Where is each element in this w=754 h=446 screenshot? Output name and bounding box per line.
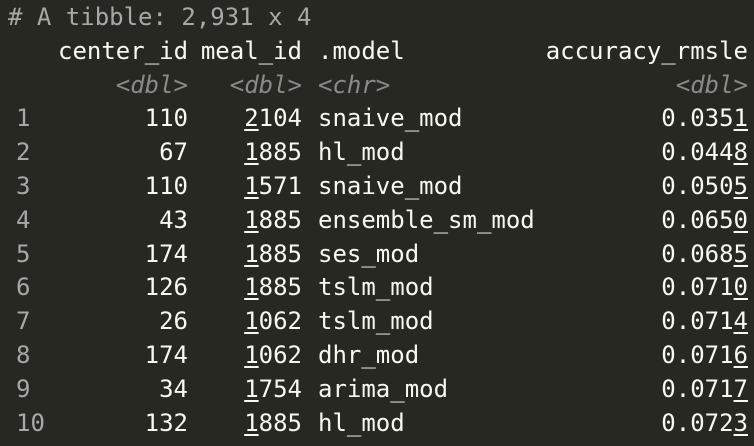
cell-model: dhr_mod [318,340,420,369]
cell-accuracy-rmsle: 0.0448 [661,138,748,167]
table-row: 1 110 2104 snaive_mod 0.0351 [8,102,754,136]
cell-center-id: 132 [144,408,188,437]
cell-accuracy-rmsle: 0.0716 [661,340,748,369]
table-row: 10 132 1885 hl_mod 0.0723 [8,407,754,441]
column-header-model: .model [318,36,405,65]
cell-model: tslm_mod [318,273,434,302]
cell-accuracy-rmsle: 0.0505 [661,171,748,200]
cell-model: snaive_mod [318,104,463,133]
cell-center-id: 110 [144,171,188,200]
cell-accuracy-rmsle: 0.0650 [661,205,748,234]
column-type-center-id: <dbl> [115,70,188,99]
cell-meal-id: 1062 [244,340,302,369]
cell-accuracy-rmsle: 0.0685 [661,239,748,268]
column-header-center-id: center_id [58,36,189,65]
cell-meal-id: 1571 [244,171,302,200]
cell-meal-id: 1062 [244,307,302,336]
r-console-output: # A tibble: 2,931 x 4 center_id meal_id … [0,0,754,446]
cell-model: ses_mod [318,239,420,268]
cell-center-id: 26 [159,307,188,336]
cell-model: ensemble_sm_mod [318,205,535,234]
cell-meal-id: 1885 [244,273,302,302]
cell-meal-id: 1885 [244,138,302,167]
cell-meal-id: 1885 [244,205,302,234]
cell-accuracy-rmsle: 0.0351 [661,104,748,133]
cell-center-id: 43 [159,205,188,234]
column-header-accuracy-rmsle: accuracy_rmsle [545,36,748,65]
cell-center-id: 34 [159,374,188,403]
tibble-header-comment: # A tibble: 2,931 x 4 [8,3,312,31]
table-row: 6 126 1885 tslm_mod 0.0710 [8,271,754,305]
cell-accuracy-rmsle: 0.0710 [661,273,748,302]
table-row: 2 67 1885 hl_mod 0.0448 [8,136,754,170]
column-type-model: <chr> [318,70,391,99]
cell-center-id: 126 [144,273,188,302]
cell-accuracy-rmsle: 0.0717 [661,374,748,403]
column-type-accuracy-rmsle: <dbl> [675,70,748,99]
column-header-meal-id: meal_id [200,36,302,65]
cell-center-id: 174 [144,340,188,369]
cell-meal-id: 2104 [244,104,302,133]
cell-model: hl_mod [318,138,405,167]
table-row: 5 174 1885 ses_mod 0.0685 [8,238,754,272]
cell-model: snaive_mod [318,171,463,200]
tibble-rows: 1 110 2104 snaive_mod 0.0351 2 67 1885 hl_mod 0.0… [8,102,754,440]
cell-model: tslm_mod [318,307,434,336]
column-type-row: <dbl> <dbl> <chr> <dbl> [8,69,754,103]
cell-meal-id: 1754 [244,374,302,403]
table-row: 4 43 1885 ensemble_sm_mod 0.0650 [8,204,754,238]
table-row: 9 34 1754 arima_mod 0.0717 [8,373,754,407]
column-header-row: center_id meal_id .model accuracy_rmsle [8,35,754,69]
cell-meal-id: 1885 [244,408,302,437]
table-row: 7 26 1062 tslm_mod 0.0714 [8,305,754,339]
column-type-meal-id: <dbl> [229,70,302,99]
table-row: 3 110 1571 snaive_mod 0.0505 [8,170,754,204]
cell-center-id: 174 [144,239,188,268]
table-row: 8 174 1062 dhr_mod 0.0716 [8,339,754,373]
cell-model: hl_mod [318,408,405,437]
cell-accuracy-rmsle: 0.0723 [661,408,748,437]
cell-center-id: 67 [159,138,188,167]
cell-accuracy-rmsle: 0.0714 [661,307,748,336]
cell-model: arima_mod [318,374,449,403]
cell-center-id: 110 [144,104,188,133]
cell-meal-id: 1885 [244,239,302,268]
